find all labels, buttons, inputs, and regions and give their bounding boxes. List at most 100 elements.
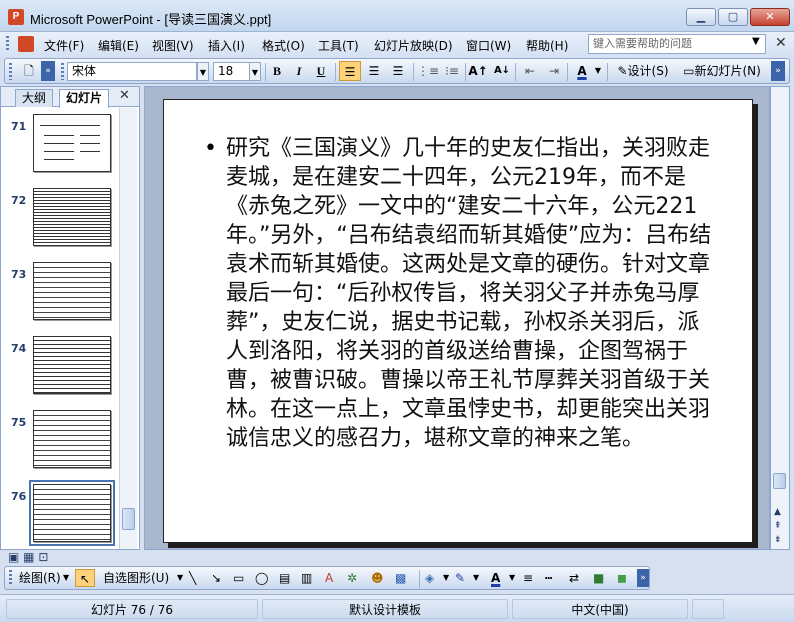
scrollbar-thumb[interactable]: [122, 508, 135, 530]
previous-slide-icon[interactable]: ⇞: [774, 521, 782, 531]
slide-thumbnail[interactable]: [33, 188, 111, 246]
autoshapes-dropdown-icon[interactable]: ▼: [177, 569, 183, 587]
bold-button[interactable]: B: [267, 61, 287, 81]
slide-thumbnail-list: 71 72 73 74 75 76: [1, 108, 119, 549]
numbered-list-icon[interactable]: ⋮≡: [417, 61, 439, 81]
menu-view[interactable]: 视图(V): [152, 37, 194, 54]
new-document-icon[interactable]: 🗋: [19, 61, 39, 81]
draw-menu-button[interactable]: 绘图(R): [19, 569, 61, 587]
line-icon[interactable]: ╲: [189, 569, 196, 587]
align-left-icon[interactable]: ☰: [339, 61, 361, 81]
increase-indent-icon[interactable]: ⇥: [543, 61, 565, 81]
autoshapes-button[interactable]: 自选图形(U): [103, 569, 169, 587]
document-icon[interactable]: [18, 36, 34, 52]
line-style-icon[interactable]: ≡: [523, 569, 533, 587]
decrease-indent-icon[interactable]: ⇤: [519, 61, 541, 81]
font-color-icon[interactable]: A: [571, 61, 593, 81]
bulleted-list-icon[interactable]: ⁝≡: [441, 61, 463, 81]
diagram-icon[interactable]: ✲: [347, 569, 357, 587]
title-bar: P Microsoft PowerPoint - [导读三国演义.ppt] ▁ …: [0, 0, 794, 32]
menu-format[interactable]: 格式(O): [262, 37, 305, 54]
slide-body-text[interactable]: 研究《三国演义》几十年的史友仁指出，关羽败走麦城，是在建安二十四年，公元219年…: [226, 134, 714, 453]
drawbar-grip-icon[interactable]: [9, 570, 12, 586]
new-slide-label: 新幻灯片(N): [694, 64, 761, 78]
current-slide[interactable]: • 研究《三国演义》几十年的史友仁指出，关羽败走麦城，是在建安二十四年，公元21…: [163, 99, 753, 543]
menu-file[interactable]: 文件(F): [44, 37, 84, 54]
arrow-icon[interactable]: ↘: [211, 569, 221, 587]
oval-icon[interactable]: ◯: [255, 569, 268, 587]
chevron-down-icon[interactable]: ▼: [752, 36, 760, 47]
scrollbar-thumb[interactable]: [773, 473, 786, 489]
textbox-icon[interactable]: ▤: [279, 569, 290, 587]
select-pointer-icon[interactable]: ↖: [75, 569, 95, 587]
menu-help[interactable]: 帮助(H): [526, 37, 568, 54]
minimize-button[interactable]: ▁: [686, 8, 716, 26]
slide-thumbnail[interactable]: [33, 262, 111, 320]
underline-button[interactable]: U: [311, 61, 331, 81]
font-name-select[interactable]: 宋体: [67, 62, 197, 81]
menu-slideshow[interactable]: 幻灯片放映(D): [374, 37, 453, 54]
font-size-dropdown-icon[interactable]: ▼: [249, 62, 261, 81]
line-color-icon[interactable]: ✎: [455, 569, 465, 587]
slide-number: 72: [11, 194, 27, 207]
3d-style-icon[interactable]: ◼: [617, 569, 627, 587]
design-button[interactable]: ✎设计(S): [611, 61, 675, 81]
rectangle-icon[interactable]: ▭: [233, 569, 244, 587]
template-status[interactable]: 默认设计模板: [262, 599, 508, 619]
menu-grip-icon[interactable]: [6, 36, 9, 52]
draw-dropdown-icon[interactable]: ▼: [63, 569, 69, 587]
toolbar-separator-4: [465, 63, 466, 81]
wordart-icon[interactable]: A: [325, 569, 333, 587]
drawbar-overflow-icon[interactable]: »: [637, 569, 649, 587]
close-button[interactable]: ✕: [750, 8, 790, 26]
toolbar-grip-icon[interactable]: [9, 63, 12, 80]
increase-font-icon[interactable]: A↑: [467, 61, 489, 81]
font-color-dropdown-icon[interactable]: ▼: [593, 61, 603, 81]
slide-thumbnail-selected[interactable]: [29, 480, 115, 546]
menu-edit[interactable]: 编辑(E): [98, 37, 139, 54]
slide-number: 75: [11, 416, 27, 429]
tab-outline[interactable]: 大纲: [15, 89, 54, 107]
italic-button[interactable]: I: [289, 61, 309, 81]
draw-font-color-icon[interactable]: A: [491, 569, 500, 587]
dash-style-icon[interactable]: ┅: [545, 569, 552, 587]
slide-thumbnail[interactable]: [33, 410, 111, 468]
fill-color-dropdown-icon[interactable]: ▼: [443, 569, 449, 587]
align-right-icon[interactable]: ☰: [387, 61, 409, 81]
line-color-dropdown-icon[interactable]: ▼: [473, 569, 479, 587]
new-slide-button[interactable]: ▭新幻灯片(N): [677, 61, 767, 81]
scroll-up-icon[interactable]: ▲: [774, 507, 781, 517]
toolbar-overflow-icon[interactable]: »: [771, 61, 785, 81]
toolbar-options-icon[interactable]: »: [41, 61, 55, 81]
thumbnails-scrollbar[interactable]: [119, 108, 137, 549]
picture-icon[interactable]: ▩: [395, 569, 406, 587]
slide-editing-area: • 研究《三国演义》几十年的史友仁指出，关羽败走麦城，是在建安二十四年，公元21…: [144, 86, 770, 550]
help-search-input[interactable]: 键入需要帮助的问题: [588, 34, 766, 54]
vertical-textbox-icon[interactable]: ▥: [301, 569, 312, 587]
pane-close-icon[interactable]: ✕: [119, 88, 130, 103]
fill-color-icon[interactable]: ◈: [425, 569, 434, 587]
document-close-icon[interactable]: ✕: [775, 35, 787, 51]
slideshow-view-icon[interactable]: ⊡: [38, 550, 48, 564]
align-center-icon[interactable]: ☰: [363, 61, 385, 81]
menu-window[interactable]: 窗口(W): [466, 37, 511, 54]
slide-thumbnail[interactable]: [33, 336, 111, 394]
clipart-icon[interactable]: ☻: [371, 569, 384, 587]
tab-slides[interactable]: 幻灯片: [59, 89, 110, 108]
slide-thumbnail[interactable]: [33, 114, 111, 172]
menu-tools[interactable]: 工具(T): [318, 37, 359, 54]
next-slide-icon[interactable]: ⇟: [774, 535, 782, 545]
maximize-button[interactable]: ▢: [718, 8, 748, 26]
arrow-style-icon[interactable]: ⇄: [569, 569, 579, 587]
normal-view-icon[interactable]: ▣: [8, 550, 19, 564]
toolbar-grip-icon-2[interactable]: [61, 63, 64, 80]
slide-sorter-icon[interactable]: ▦: [23, 550, 34, 564]
draw-font-color-dropdown-icon[interactable]: ▼: [509, 569, 515, 587]
toolbar-separator: [265, 63, 266, 81]
menu-insert[interactable]: 插入(I): [208, 37, 245, 54]
status-empty-cell: [692, 599, 724, 619]
decrease-font-icon[interactable]: A↓: [491, 61, 513, 81]
shadow-style-icon[interactable]: ■: [593, 569, 604, 587]
slide-scrollbar[interactable]: ▲ ⇞ ⇟: [770, 86, 790, 550]
font-name-dropdown-icon[interactable]: ▼: [197, 62, 209, 81]
